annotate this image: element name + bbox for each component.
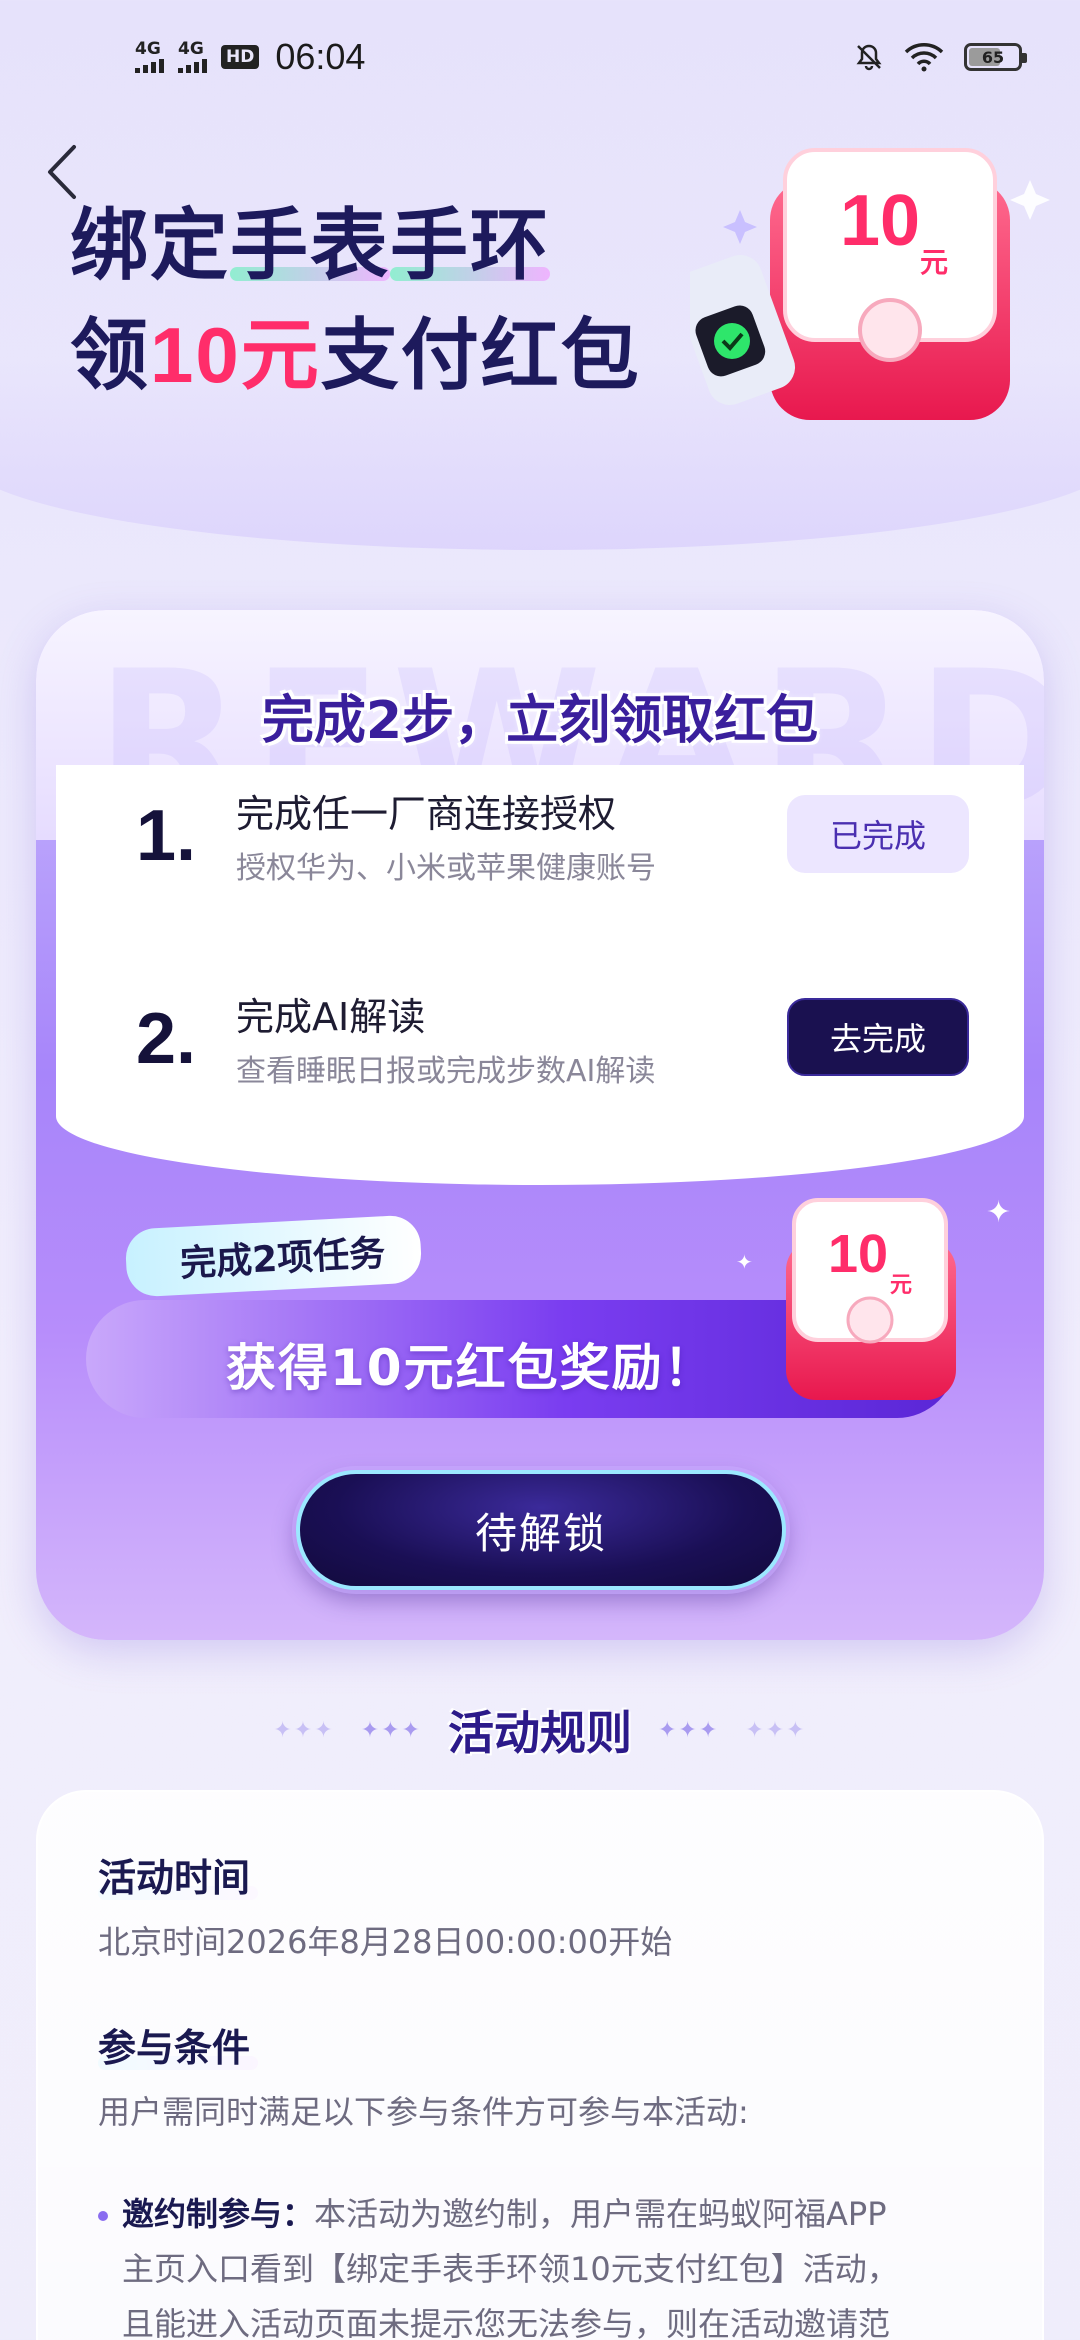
rules-bullet: 邀约制参与：本活动为邀约制，用户需在蚂蚁阿福APP 主页入口看到【绑定手表手环领… bbox=[98, 2187, 998, 2340]
hero-line2-b: 10元 bbox=[150, 311, 321, 399]
sparkle-icon: ✦ bbox=[736, 1250, 753, 1274]
hero-line1-b: 手表 bbox=[230, 201, 391, 289]
rules-heading-text: 活动规则 bbox=[448, 1706, 632, 1760]
task-title: 完成AI解读 bbox=[236, 995, 426, 1039]
reward-text: 获得10元红包奖励！ bbox=[226, 1339, 716, 1397]
signal-icon: 4G bbox=[135, 41, 164, 73]
hero-badge-amount: 10 bbox=[840, 181, 920, 261]
star-deco-icon: ✦✦✦ bbox=[360, 1717, 422, 1743]
rules-condition-title: 参与条件 bbox=[98, 2017, 259, 2072]
wifi-icon bbox=[904, 43, 944, 72]
mute-icon bbox=[856, 44, 882, 71]
bullet-dot-icon bbox=[98, 2211, 108, 2221]
unlock-button[interactable]: 待解锁 bbox=[296, 1470, 786, 1590]
signal-label-2: 4G bbox=[178, 39, 204, 59]
battery-icon: 65 bbox=[964, 43, 1027, 71]
task-number: 2. bbox=[136, 999, 197, 1079]
rules-card: 活动时间 北京时间2026年8月28日00:00:00开始 参与条件 用户需同时… bbox=[36, 1790, 1044, 2340]
card-title-text: 完成2步，立刻领取红包 bbox=[261, 691, 819, 751]
reward-badge-unit: 元 bbox=[890, 1272, 912, 1297]
hero-line1-a: 绑定 bbox=[70, 201, 231, 289]
reward-badge-amount: 10 bbox=[828, 1224, 888, 1284]
card-title: 完成2步，立刻领取红包 bbox=[36, 670, 1044, 761]
hero-line2-c: 支付红包 bbox=[320, 311, 641, 399]
hero-illustration: 10 元 bbox=[674, 140, 1050, 440]
rules-heading: ✦✦✦ ✦✦✦ 活动规则 ✦✦✦ ✦✦✦ bbox=[0, 1700, 1080, 1760]
task-subtitle: 查看睡眠日报或完成步数AI解读 bbox=[236, 1054, 656, 1089]
status-bar: 4G 4G HD 06:04 65 bbox=[0, 0, 1080, 120]
battery-level: 65 bbox=[981, 47, 1005, 67]
hero-title: 绑定手表手环 领10元支付红包 bbox=[70, 190, 641, 410]
tasks-panel: 1. 完成任一厂商连接授权 授权华为、小米或苹果健康账号 已完成 2. 完成AI… bbox=[56, 765, 1024, 1185]
star-deco-icon: ✦✦✦ bbox=[273, 1717, 335, 1743]
red-packet-watch-icon: 10 元 bbox=[674, 148, 1050, 420]
bullet-line-3: 且能进入活动页面未提示您无法参与，则在活动邀请范 bbox=[122, 2305, 891, 2340]
reward-red-packet-icon: 10 元 bbox=[766, 1180, 986, 1410]
task-row-1: 1. 完成任一厂商连接授权 授权华为、小米或苹果健康账号 已完成 bbox=[56, 765, 1024, 905]
sparkle-icon: ✦ bbox=[986, 1195, 1012, 1230]
task-subtitle: 授权华为、小米或苹果健康账号 bbox=[236, 851, 656, 886]
rules-condition-text: 用户需同时满足以下参与条件方可参与本活动: bbox=[98, 2093, 749, 2131]
hero-badge-unit: 元 bbox=[920, 247, 948, 278]
bullet-label: 邀约制参与： bbox=[122, 2195, 315, 2233]
bullet-line-1: 本活动为邀约制，用户需在蚂蚁阿福APP bbox=[314, 2195, 887, 2233]
task-card: REWARD 完成2步，立刻领取红包 1. 完成任一厂商连接授权 授权华为、小米… bbox=[36, 610, 1044, 1640]
task-completed-button[interactable]: 已完成 bbox=[787, 795, 969, 873]
signal-icon-2: 4G bbox=[178, 41, 207, 73]
reward-tag: 完成2项任务 bbox=[124, 1214, 423, 1298]
rules-time-text: 北京时间2026年8月28日00:00:00开始 bbox=[98, 1923, 673, 1961]
task-number: 1. bbox=[136, 796, 197, 876]
bullet-line-2: 主页入口看到【绑定手表手环领10元支付红包】活动， bbox=[122, 2250, 899, 2288]
status-time: 06:04 bbox=[275, 36, 366, 77]
task-row-2: 2. 完成AI解读 查看睡眠日报或完成步数AI解读 去完成 bbox=[56, 968, 1024, 1108]
star-deco-icon: ✦✦✦ bbox=[658, 1717, 720, 1743]
hero-line2-a: 领 bbox=[70, 311, 151, 399]
task-go-complete-button[interactable]: 去完成 bbox=[787, 998, 969, 1076]
rules-time-title: 活动时间 bbox=[98, 1847, 259, 1902]
signal-label: 4G bbox=[135, 39, 161, 59]
hd-voice-icon: HD bbox=[221, 45, 260, 69]
hero-line1-c: 手环 bbox=[390, 201, 551, 289]
star-deco-icon: ✦✦✦ bbox=[745, 1717, 807, 1743]
task-title: 完成任一厂商连接授权 bbox=[236, 792, 617, 836]
